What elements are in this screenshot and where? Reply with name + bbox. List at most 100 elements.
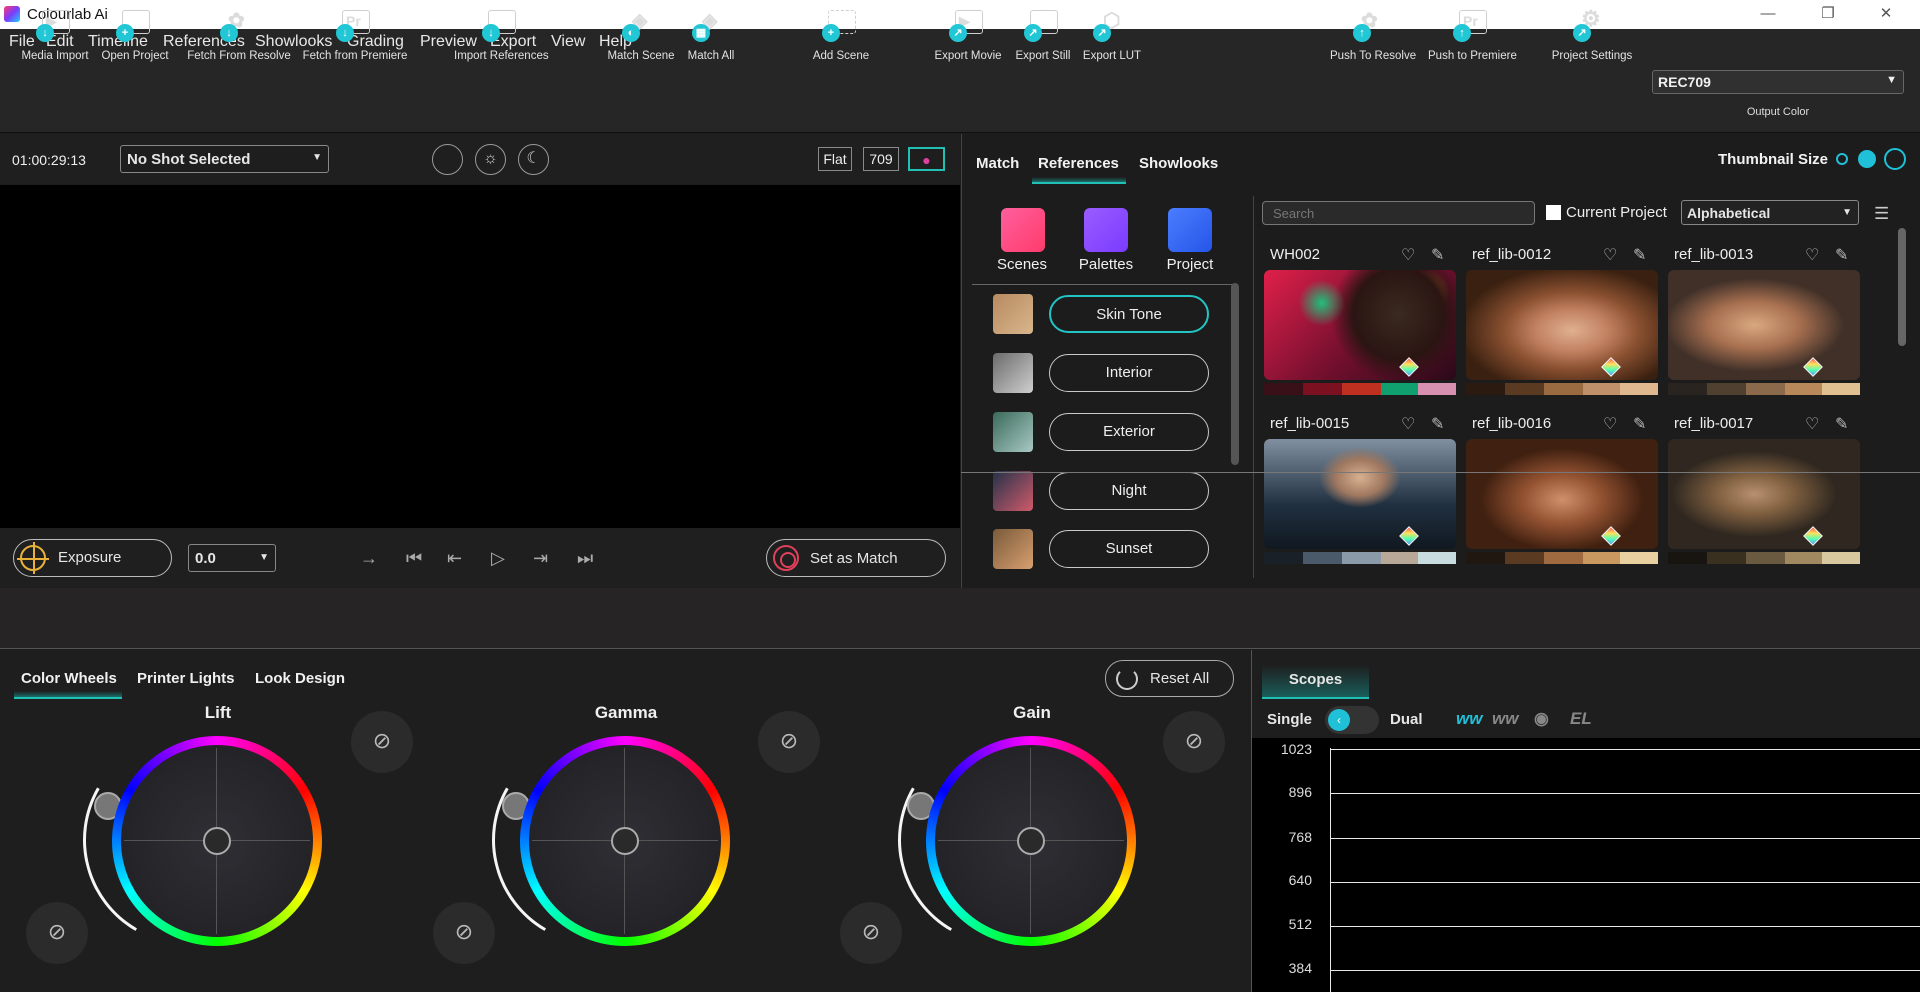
arrow-right-icon[interactable]: → xyxy=(360,548,378,569)
tab-look-design[interactable]: Look Design xyxy=(255,670,345,687)
lift-disable-icon[interactable]: ⊘ xyxy=(351,711,413,773)
project-folder-icon[interactable] xyxy=(1168,208,1212,252)
match-scene-button[interactable]: ◈ ◐ Match Scene xyxy=(606,8,676,78)
export-lut-button[interactable]: ⬡ ↗ Export LUT xyxy=(1082,8,1142,78)
fetch-from-premiere-button[interactable]: Pr ↓ Fetch from Premiere xyxy=(302,8,408,78)
reference-thumbnail[interactable] xyxy=(1668,270,1860,380)
import-references-button[interactable]: ↓ Import References xyxy=(454,8,549,78)
edit-icon[interactable]: ✎ xyxy=(1633,414,1646,434)
close-icon[interactable]: ✕ xyxy=(1864,3,1908,25)
push-to-premiere-button[interactable]: Pr ↑ Push to Premiere xyxy=(1428,8,1517,78)
tab-showlooks[interactable]: Showlooks xyxy=(1139,155,1218,172)
palette-swatch xyxy=(1418,383,1456,395)
gamma-disable-icon[interactable]: ⊘ xyxy=(758,711,820,773)
night-mode-icon[interactable]: ☾ xyxy=(518,144,549,175)
heart-icon[interactable]: ♡ xyxy=(1401,414,1415,434)
thumb-size-medium-icon[interactable] xyxy=(1858,150,1876,168)
gamma-color-wheel[interactable] xyxy=(520,736,730,946)
category-scenes[interactable]: Scenes xyxy=(977,256,1067,273)
reference-thumbnail[interactable] xyxy=(1668,439,1860,549)
tag-night[interactable]: Night xyxy=(1049,472,1209,510)
tag-interior[interactable]: Interior xyxy=(1049,354,1209,392)
step-back-icon[interactable]: ⏮ xyxy=(406,548,422,569)
export-still-button[interactable]: ↗ Export Still xyxy=(1014,8,1072,78)
rec709-button[interactable]: 709 xyxy=(863,147,899,171)
vectorscope-icon[interactable]: ◉ xyxy=(1534,709,1549,729)
go-to-start-icon[interactable]: ⇤ xyxy=(447,548,462,569)
edit-icon[interactable]: ✎ xyxy=(1633,245,1646,265)
heart-icon[interactable]: ♡ xyxy=(1805,245,1819,265)
reference-thumbnail[interactable] xyxy=(1466,439,1658,549)
current-project-checkbox[interactable] xyxy=(1546,205,1561,220)
reference-thumbnail[interactable] xyxy=(1466,270,1658,380)
gain-disable-icon[interactable]: ⊘ xyxy=(1163,711,1225,773)
color-overlay-icon[interactable]: ● xyxy=(908,147,945,171)
project-settings-button[interactable]: ⚙ ↗ Project Settings xyxy=(1551,6,1633,78)
tab-scopes[interactable]: Scopes xyxy=(1262,665,1369,699)
output-color-select[interactable]: REC709 ▼ xyxy=(1652,70,1904,94)
edit-icon[interactable]: ✎ xyxy=(1431,245,1444,265)
tag-skin-tone[interactable]: Skin Tone xyxy=(1049,295,1209,333)
circle-view-button[interactable] xyxy=(432,144,463,175)
brightness-icon[interactable]: ☼ xyxy=(475,144,506,175)
edit-icon[interactable]: ✎ xyxy=(1835,414,1848,434)
tag-sunset[interactable]: Sunset xyxy=(1049,530,1209,568)
tab-printer-lights[interactable]: Printer Lights xyxy=(137,670,235,687)
palettes-icon[interactable] xyxy=(1084,208,1128,252)
tab-color-wheels[interactable]: Color Wheels xyxy=(21,670,117,687)
el-icon[interactable]: EL xyxy=(1570,709,1592,729)
restore-icon[interactable]: ❐ xyxy=(1806,3,1850,25)
tag-exterior[interactable]: Exterior xyxy=(1049,413,1209,451)
tab-match[interactable]: Match xyxy=(976,155,1019,172)
go-to-end-icon[interactable]: ⇥ xyxy=(533,548,548,569)
match-all-button[interactable]: ◈ ▦ Match All xyxy=(685,8,737,78)
heart-icon[interactable]: ♡ xyxy=(1603,245,1617,265)
reference-thumbnail[interactable] xyxy=(1264,270,1456,380)
open-project-button[interactable]: + Open Project xyxy=(100,8,170,78)
scenes-icon[interactable] xyxy=(1001,208,1045,252)
heart-icon[interactable]: ♡ xyxy=(1805,414,1819,434)
reference-thumbnail[interactable] xyxy=(1264,439,1456,549)
step-forward-icon[interactable]: ⏭ xyxy=(577,548,593,569)
edit-icon[interactable]: ✎ xyxy=(1431,414,1444,434)
play-icon[interactable]: ▷ xyxy=(491,548,505,569)
tags-scrollbar[interactable] xyxy=(1231,283,1239,465)
video-viewer[interactable] xyxy=(0,185,960,528)
category-project[interactable]: Project xyxy=(1145,256,1235,273)
media-import-button[interactable]: ▶ ↓ Media Import xyxy=(18,8,92,78)
reset-all-button[interactable]: Reset All xyxy=(1105,660,1234,697)
gamma-wheel-knob[interactable] xyxy=(611,827,639,855)
fetch-from-resolve-button[interactable]: ✿ ↓ Fetch From Resolve xyxy=(187,8,291,78)
gain-reset-icon[interactable]: ⊘ xyxy=(840,902,902,964)
exposure-value-select[interactable]: 0.0 ▼ xyxy=(188,544,276,572)
lift-wheel-knob[interactable] xyxy=(203,827,231,855)
search-input[interactable]: Search xyxy=(1262,201,1535,225)
lift-color-wheel[interactable] xyxy=(112,736,322,946)
shot-select[interactable]: No Shot Selected ▼ xyxy=(120,145,329,173)
flat-button[interactable]: Flat xyxy=(818,147,852,171)
add-scene-button[interactable]: + Add Scene xyxy=(811,8,871,78)
gain-wheel-knob[interactable] xyxy=(1017,827,1045,855)
push-to-resolve-button[interactable]: ✿ ↑ Push To Resolve xyxy=(1330,8,1416,78)
edit-icon[interactable]: ✎ xyxy=(1835,245,1848,265)
gain-color-wheel[interactable] xyxy=(926,736,1136,946)
tab-references[interactable]: References xyxy=(1038,155,1119,172)
lift-reset-icon[interactable]: ⊘ xyxy=(26,902,88,964)
list-view-icon[interactable]: ☰ xyxy=(1874,204,1889,224)
gamma-reset-icon[interactable]: ⊘ xyxy=(433,902,495,964)
single-dual-toggle[interactable]: ‹ xyxy=(1325,706,1379,734)
heart-icon[interactable]: ♡ xyxy=(1401,245,1415,265)
minimize-icon[interactable]: — xyxy=(1746,3,1790,25)
library-scrollbar[interactable] xyxy=(1898,228,1906,346)
exposure-button[interactable]: Exposure xyxy=(13,539,172,577)
heart-icon[interactable]: ♡ xyxy=(1603,414,1617,434)
export-movie-button[interactable]: ▶ ↗ Export Movie xyxy=(934,8,1002,78)
sort-select[interactable]: Alphabetical ▼ xyxy=(1681,200,1859,225)
menu-view[interactable]: View xyxy=(551,33,585,51)
set-as-match-button[interactable]: Set as Match xyxy=(766,539,946,577)
parade-icon[interactable]: ww xyxy=(1492,709,1518,729)
waveform-icon[interactable]: ww xyxy=(1456,709,1482,729)
thumb-size-small-icon[interactable] xyxy=(1836,153,1848,165)
thumb-size-large-icon[interactable] xyxy=(1884,148,1906,170)
category-palettes[interactable]: Palettes xyxy=(1061,256,1151,273)
